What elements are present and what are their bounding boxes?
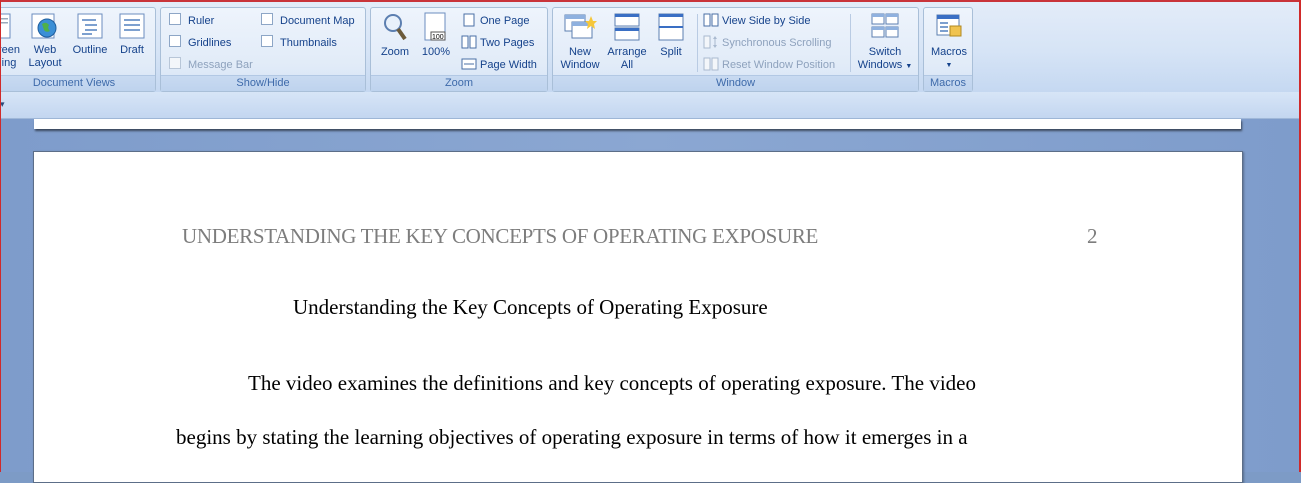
synchronous-scrolling-icon bbox=[703, 35, 717, 49]
group-zoom: Zoom 100 100% One Page Two Pages Page Wi… bbox=[370, 7, 548, 92]
outline-button[interactable]: Outline bbox=[69, 12, 111, 57]
arrange-all-icon bbox=[614, 13, 640, 41]
switch-windows-icon bbox=[871, 13, 899, 38]
two-pages-icon bbox=[461, 35, 477, 49]
zoom-button[interactable]: Zoom bbox=[377, 12, 413, 59]
document-map-checkbox-box[interactable] bbox=[261, 13, 273, 25]
thumbnails-label: Thumbnails bbox=[280, 37, 337, 49]
ruler-label: Ruler bbox=[188, 15, 215, 27]
group-window: New Window Arrange All Split View Side b… bbox=[552, 7, 919, 92]
web-layout-label-top: Web bbox=[33, 44, 57, 56]
arrange-all-label-top: Arrange bbox=[607, 46, 647, 58]
draft-button[interactable]: Draft bbox=[115, 12, 149, 57]
page-width-button[interactable]: Page Width bbox=[461, 57, 537, 73]
one-page-button[interactable]: One Page bbox=[461, 13, 530, 29]
new-window-icon bbox=[564, 14, 597, 39]
group-title-document-views: Document Views bbox=[0, 75, 155, 91]
group-show-hide: Ruler Gridlines Message Bar Document Map… bbox=[160, 7, 366, 92]
paragraph-line-2[interactable]: begins by stating the learning objective… bbox=[176, 425, 968, 450]
switch-windows-button[interactable]: Switch Windows ▼ bbox=[853, 12, 917, 73]
svg-text:100: 100 bbox=[432, 34, 444, 41]
ruler-checkbox[interactable]: Ruler bbox=[169, 13, 214, 29]
split-icon bbox=[658, 13, 684, 41]
gridlines-checkbox-box[interactable] bbox=[169, 35, 181, 47]
web-layout-label-bottom: Layout bbox=[28, 57, 62, 69]
group-document-views: reen ing Web Layout Outline Draft Docume… bbox=[0, 7, 156, 92]
dropdown-arrow-icon: ▼ bbox=[905, 63, 913, 70]
gridlines-checkbox[interactable]: Gridlines bbox=[169, 35, 231, 51]
zoom-100-button[interactable]: 100 100% bbox=[419, 12, 453, 59]
side-by-side-icon bbox=[703, 13, 719, 27]
split-label: Split bbox=[660, 46, 682, 58]
page-100-icon: 100 bbox=[424, 12, 446, 41]
ribbon: reen ing Web Layout Outline Draft Docume… bbox=[0, 0, 1301, 92]
window-separator bbox=[697, 14, 698, 72]
previous-page-bottom bbox=[34, 119, 1241, 129]
one-page-icon bbox=[463, 13, 475, 27]
web-layout-button[interactable]: Web Layout bbox=[27, 12, 63, 70]
group-title-zoom: Zoom bbox=[371, 75, 547, 91]
group-title-window: Window bbox=[553, 75, 918, 91]
page-width-icon bbox=[461, 58, 477, 70]
switch-windows-label-bottom-row: Windows ▼ bbox=[853, 59, 917, 73]
arrange-all-label-bottom: All bbox=[620, 59, 634, 71]
outline-label: Outline bbox=[72, 44, 108, 56]
new-window-label-top: New bbox=[568, 46, 591, 58]
message-bar-checkbox[interactable]: Message Bar bbox=[169, 57, 253, 73]
globe-icon bbox=[31, 13, 57, 39]
magnifier-icon bbox=[384, 14, 407, 41]
paragraph-line-1[interactable]: The video examines the definitions and k… bbox=[248, 371, 976, 396]
document-map-checkbox[interactable]: Document Map bbox=[261, 13, 355, 29]
window-border-left bbox=[0, 0, 1, 472]
two-pages-label: Two Pages bbox=[480, 37, 535, 49]
switch-windows-label-top: Switch bbox=[868, 46, 902, 58]
macros-icon bbox=[936, 14, 962, 37]
full-screen-reading-label-top: reen bbox=[0, 44, 21, 56]
group-macros: Macros ▼ Macros bbox=[923, 7, 973, 92]
reset-window-position-label: Reset Window Position bbox=[722, 59, 836, 71]
view-side-by-side-label: View Side by Side bbox=[722, 15, 811, 27]
group-title-macros: Macros bbox=[924, 75, 972, 91]
reset-window-position-button[interactable]: Reset Window Position bbox=[703, 57, 835, 73]
zoom-100-label: 100% bbox=[421, 46, 451, 58]
macros-label: Macros bbox=[930, 46, 968, 58]
gridlines-label: Gridlines bbox=[188, 37, 232, 49]
reset-window-position-icon bbox=[703, 57, 719, 71]
document-page[interactable]: UNDERSTANDING THE KEY CONCEPTS OF OPERAT… bbox=[33, 151, 1243, 483]
new-window-button[interactable]: New Window bbox=[557, 12, 603, 72]
full-screen-reading-button[interactable]: reen ing bbox=[0, 12, 25, 70]
page-width-label: Page Width bbox=[480, 59, 537, 71]
draft-icon bbox=[119, 13, 145, 39]
macros-dropdown-icon: ▼ bbox=[945, 62, 953, 69]
synchronous-scrolling-button[interactable]: Synchronous Scrolling bbox=[703, 35, 831, 51]
window-separator-2 bbox=[850, 14, 851, 72]
arrange-all-button[interactable]: Arrange All bbox=[605, 12, 649, 72]
running-header[interactable]: UNDERSTANDING THE KEY CONCEPTS OF OPERAT… bbox=[182, 224, 818, 249]
thumbnails-checkbox[interactable]: Thumbnails bbox=[261, 35, 337, 51]
switch-windows-label-bottom: Windows bbox=[857, 59, 903, 71]
page-number: 2 bbox=[1087, 224, 1098, 248]
group-title-show-hide: Show/Hide bbox=[161, 75, 365, 91]
quick-access-bar: ▾ bbox=[0, 92, 1301, 119]
message-bar-label: Message Bar bbox=[188, 59, 253, 71]
message-bar-checkbox-box[interactable] bbox=[169, 57, 181, 69]
thumbnails-checkbox-box[interactable] bbox=[261, 35, 273, 47]
document-map-label: Document Map bbox=[280, 15, 355, 27]
split-button[interactable]: Split bbox=[653, 12, 689, 59]
view-side-by-side-button[interactable]: View Side by Side bbox=[703, 13, 810, 29]
ruler-checkbox-box[interactable] bbox=[169, 13, 181, 25]
zoom-label: Zoom bbox=[380, 46, 410, 58]
document-title[interactable]: Understanding the Key Concepts of Operat… bbox=[293, 295, 768, 320]
new-window-label-bottom: Window bbox=[560, 59, 600, 71]
draft-label: Draft bbox=[120, 44, 144, 56]
outline-icon bbox=[77, 13, 103, 39]
full-screen-reading-label-bottom: ing bbox=[1, 57, 17, 69]
one-page-label: One Page bbox=[480, 15, 530, 27]
full-screen-reading-icon bbox=[0, 13, 11, 39]
two-pages-button[interactable]: Two Pages bbox=[461, 35, 534, 51]
macros-button[interactable]: Macros ▼ bbox=[926, 12, 972, 72]
synchronous-scrolling-label: Synchronous Scrolling bbox=[722, 37, 832, 49]
